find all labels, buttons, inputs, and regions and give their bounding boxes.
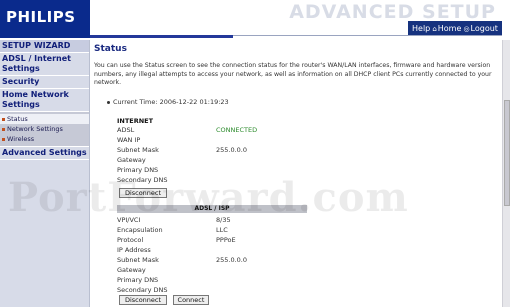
row-key: Protocol <box>117 236 144 244</box>
isp-disconnect-button[interactable]: Disconnect <box>119 295 167 305</box>
row-value: 255.0.0.0 <box>216 256 248 264</box>
table-row: Primary DNS <box>117 166 317 175</box>
table-row: VPI/VCI 8/35 <box>117 216 317 225</box>
row-key: Secondary DNS <box>117 286 168 294</box>
isp-connect-button[interactable]: Connect <box>173 295 209 305</box>
table-row: IP Address <box>117 246 317 255</box>
bullet-icon <box>2 117 5 121</box>
scrollbar[interactable] <box>502 40 510 307</box>
row-key: VPI/VCI <box>117 216 141 224</box>
home-icon: ⌂ <box>432 24 437 33</box>
table-row: Gateway <box>117 156 317 165</box>
intro-text: You can use the Status screen to see the… <box>94 62 492 86</box>
row-key: Primary DNS <box>117 166 159 174</box>
bullet-icon <box>2 137 5 141</box>
table-row: Secondary DNS <box>117 286 317 295</box>
row-value: CONNECTED <box>216 126 258 134</box>
row-value: PPPoE <box>216 236 236 244</box>
sidebar-item-advanced-settings[interactable]: Advanced Settings <box>0 147 89 160</box>
row-key: Subnet Mask <box>117 146 159 154</box>
row-value: LLC <box>216 226 228 234</box>
sidebar-subitem-status[interactable]: Status <box>0 114 89 124</box>
header: PHILIPS ADVANCED SETUP Help ⌂Home ◎Logou… <box>0 0 510 40</box>
table-row: Encapsulation LLC <box>117 226 317 235</box>
internet-section-label: INTERNET <box>117 117 154 125</box>
sidebar-subitem-label: Status <box>7 115 28 123</box>
current-time: Current Time: 2006-12-22 01:19:23 <box>107 98 229 106</box>
row-key: WAN IP <box>117 136 141 144</box>
page-title: Status <box>94 44 127 54</box>
sidebar-item-security[interactable]: Security <box>0 76 89 89</box>
main-content: Status You can use the Status screen to … <box>93 40 499 307</box>
current-time-text: Current Time: 2006-12-22 01:19:23 <box>113 98 229 106</box>
logout-link[interactable]: ◎Logout <box>463 24 498 33</box>
table-row: Gateway <box>117 266 317 275</box>
sidebar-item-adsl-internet[interactable]: ADSL / Internet Settings <box>0 53 89 76</box>
internet-disconnect-button[interactable]: Disconnect <box>119 188 167 198</box>
row-key: Secondary DNS <box>117 176 168 184</box>
sidebar-item-home-network[interactable]: Home Network Settings <box>0 89 89 112</box>
table-row: Primary DNS <box>117 276 317 285</box>
logout-label: Logout <box>470 23 498 33</box>
bullet-icon <box>2 127 5 131</box>
scrollbar-thumb[interactable] <box>504 100 510 206</box>
table-row: Secondary DNS <box>117 176 317 185</box>
row-value: 8/35 <box>216 216 231 224</box>
row-key: Encapsulation <box>117 226 163 234</box>
table-row: Subnet Mask 255.0.0.0 <box>117 256 317 265</box>
row-key: ADSL <box>117 126 135 134</box>
row-key: Subnet Mask <box>117 256 159 264</box>
help-link[interactable]: Help <box>412 24 430 33</box>
philips-logo: PHILIPS <box>0 0 90 38</box>
row-key: Gateway <box>117 266 146 274</box>
table-row: Protocol PPPoE <box>117 236 317 245</box>
sidebar-subitem-label: Wireless <box>7 135 35 143</box>
table-row: ADSL CONNECTED <box>117 126 317 135</box>
top-nav: Help ⌂Home ◎Logout <box>408 21 502 35</box>
home-label: Home <box>437 23 462 33</box>
header-divider <box>233 35 502 36</box>
row-key: Gateway <box>117 156 146 164</box>
sidebar-subitem-network-settings[interactable]: Network Settings <box>0 124 89 134</box>
table-row: Subnet Mask 255.0.0.0 <box>117 146 317 155</box>
row-value: 255.0.0.0 <box>216 146 248 154</box>
bullet-icon <box>107 100 110 104</box>
sidebar: SETUP WIZARD ADSL / Internet Settings Se… <box>0 40 90 307</box>
logo-text: PHILIPS <box>6 8 76 26</box>
row-key: Primary DNS <box>117 276 159 284</box>
row-key: IP Address <box>117 246 151 254</box>
sidebar-subitem-wireless[interactable]: Wireless <box>0 134 89 144</box>
sidebar-subitem-label: Network Settings <box>7 125 63 133</box>
sidebar-item-setup-wizard[interactable]: SETUP WIZARD <box>0 40 89 53</box>
table-row: WAN IP <box>117 136 317 145</box>
adsl-isp-section-bar: ADSL / ISP <box>117 205 307 213</box>
page-header-title: ADVANCED SETUP <box>289 1 496 23</box>
logout-icon: ◎ <box>463 24 470 33</box>
header-accent-line <box>90 35 233 38</box>
sidebar-submenu: Status Network Settings Wireless <box>0 112 89 147</box>
home-link[interactable]: ⌂Home <box>432 24 461 33</box>
